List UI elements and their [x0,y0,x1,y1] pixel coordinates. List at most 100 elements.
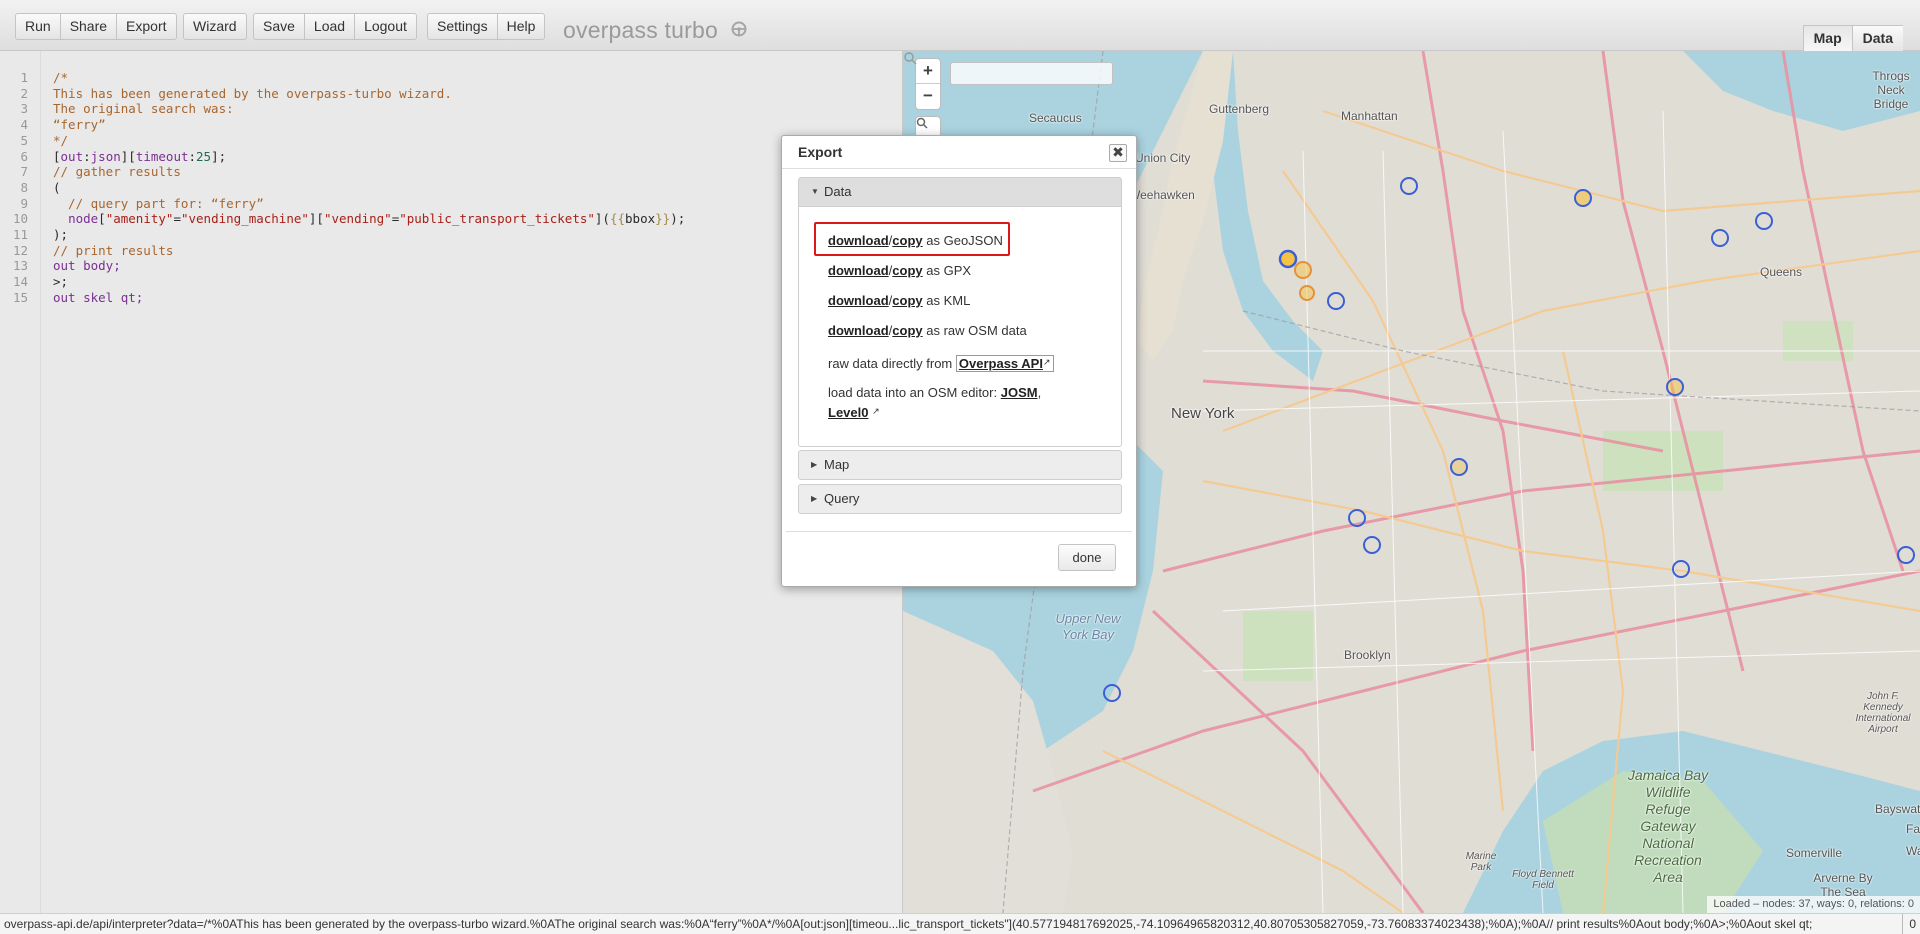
close-icon[interactable]: ✖ [1109,144,1127,162]
format-label: as raw OSM data [926,323,1027,338]
place-label: Secaucus [1029,111,1082,125]
place-label: Queens [1760,265,1803,279]
download-gpx-link[interactable]: download [828,263,889,278]
place-label: Wave [1906,844,1920,858]
toolbar: Run Share Export Wizard Save Load Logout… [0,0,1920,52]
map-search-input[interactable] [950,62,1113,85]
line-number: 2 [20,85,28,101]
export-geojson-row: download/copy as GeoJSON [828,233,1003,248]
share-button[interactable]: Share [59,13,117,40]
settings-button[interactable]: Settings [427,13,497,40]
export-gpx-row: download/copy as GPX [828,263,972,278]
download-kml-link[interactable]: download [828,293,889,308]
code-line: “ferry” [53,117,106,133]
tab-data[interactable]: Data [1851,25,1903,52]
place-label: Jamaica Bay Wildlife Refuge Gateway Nati… [1627,767,1709,885]
zoom-out-button[interactable]: − [916,84,940,109]
place-label: Weehawken [1129,188,1195,202]
query-url[interactable]: overpass-api.de/api/interpreter?data=/*%… [4,914,1894,934]
overpass-api-link[interactable]: Overpass API [959,356,1043,371]
help-button[interactable]: Help [496,13,546,40]
place-label: New York [1171,405,1235,422]
place-label: Union City [1135,151,1191,165]
line-number: 15 [12,289,28,305]
search-icon [904,52,917,65]
osm-editor-row: load data into an OSM editor: JOSM, [828,385,1042,400]
code-line: >; [53,274,69,290]
place-label: Upper New York Bay [1055,611,1121,642]
line-number-gutter: 1 2 3 4 5 6 7 8 9 10 11 12 13 14 15 [0,51,41,913]
triangle-right-icon: ▶ [811,460,818,469]
logout-button[interactable]: Logout [354,13,417,40]
copy-gpx-link[interactable]: copy [892,263,922,278]
place-label: Far [1906,822,1920,836]
wizard-group: Wizard [183,13,247,40]
dialog-title: Export [782,136,1136,169]
overpass-api-link-box[interactable]: Overpass API↗ [955,355,1054,372]
line-number: 12 [12,242,28,258]
settings-group: Settings Help [427,13,546,40]
osm-editor-label: load data into an OSM editor: [828,385,998,400]
line-number: 6 [20,148,28,164]
place-label: Bayswater [1875,802,1920,816]
view-toggle: Map Data [1802,25,1903,52]
file-group: Save Load Logout [253,13,417,40]
copy-geojson-link[interactable]: copy [892,233,922,248]
code-line: ( [53,179,61,195]
code-line: out body; [53,258,121,274]
line-number: 7 [20,164,28,180]
done-button[interactable]: done [1058,544,1116,571]
place-label: Guttenberg [1209,102,1270,116]
export-kml-row: download/copy as KML [828,293,971,308]
accordion-data[interactable]: ▼ Data [798,177,1122,207]
accordion-query[interactable]: ▶ Query [798,484,1122,514]
line-number: 11 [12,227,28,242]
accordion-map[interactable]: ▶ Map [798,450,1122,480]
line-number: 14 [12,274,28,290]
code-line: // print results [53,242,174,258]
wizard-button[interactable]: Wizard [183,13,247,40]
zoom-control: + − [915,58,941,110]
tab-map[interactable]: Map [1802,25,1852,52]
code-line: out skel qt; [53,289,144,305]
level0-link[interactable]: Level0 [828,405,868,420]
query-editor[interactable]: 1 2 3 4 5 6 7 8 9 10 11 12 13 14 15 /* This has been ge… [0,51,903,913]
status-bar: overpass-api.de/api/interpreter?data=/*%… [0,913,1920,934]
line-number: 9 [20,195,28,211]
josm-link[interactable]: JOSM [1001,385,1038,400]
status-counter: 0 [1902,914,1916,934]
export-dialog: Export ✖ ▼ Data download/copy as GeoJSON… [781,135,1137,587]
run-button[interactable]: Run [15,13,60,40]
raw-data-row: raw data directly from Overpass API↗ [828,355,1054,372]
external-link-icon: ↗ [872,406,880,416]
format-label: as KML [926,293,971,308]
data-panel: download/copy as GeoJSON download/copy a… [798,207,1122,447]
triangle-right-icon: ▶ [811,494,818,503]
zoom-in-button[interactable]: + [916,59,940,84]
place-label: Brooklyn [1344,648,1391,662]
raw-data-label: raw data directly from [828,356,953,371]
code-line: node["amenity"="vending_machine"]["vendi… [68,211,686,227]
triangle-down-icon: ▼ [811,187,819,196]
magnifier-icon [916,117,928,129]
copy-kml-link[interactable]: copy [892,293,922,308]
format-label: as GeoJSON [926,233,1003,248]
code-line: The original search was: [53,101,234,117]
download-osm-link[interactable]: download [828,323,889,338]
export-osm-row: download/copy as raw OSM data [828,323,1027,338]
save-button[interactable]: Save [253,13,304,40]
place-label: Floyd Bennett Field [1512,869,1574,891]
export-button[interactable]: Export [116,13,177,40]
accordion-label: Data [824,184,852,199]
external-link-icon: ↗ [1042,357,1051,367]
app-title: overpass turbo [563,17,747,44]
line-number: 5 [20,132,28,148]
format-label: as GPX [926,263,972,278]
run-group: Run Share Export [15,13,177,40]
download-geojson-link[interactable]: download [828,233,889,248]
load-button[interactable]: Load [303,13,355,40]
accordion-label: Query [824,491,860,506]
line-number: 4 [20,117,28,133]
copy-osm-link[interactable]: copy [892,323,922,338]
place-label: Arverne By The Sea [1813,871,1873,899]
